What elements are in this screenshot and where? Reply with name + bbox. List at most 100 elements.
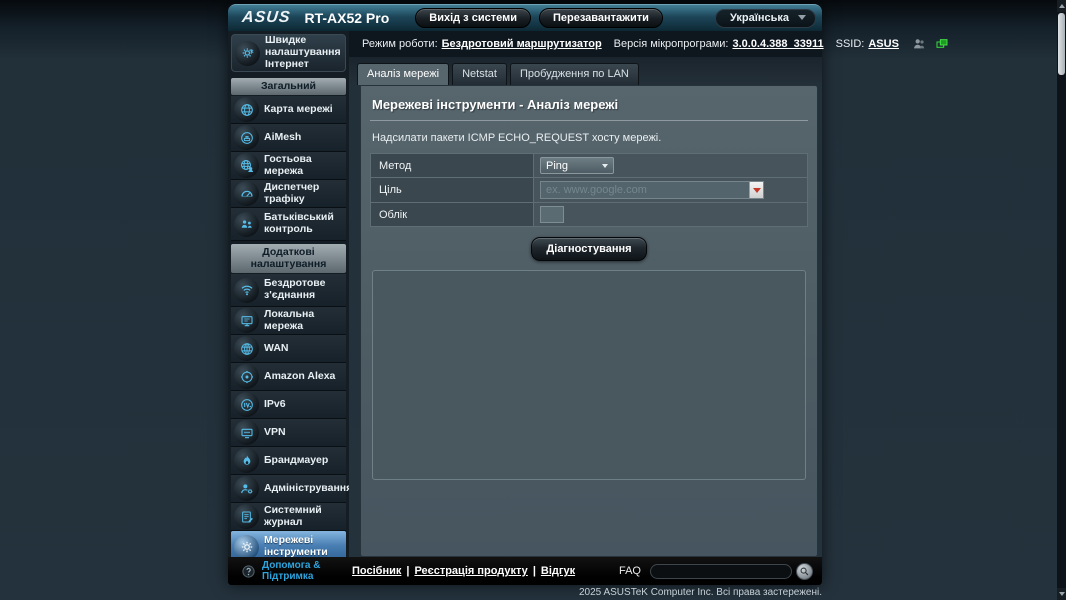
sidebar-item-wan[interactable]: WAN: [231, 335, 346, 363]
language-selected-value: Українська: [729, 11, 789, 24]
tab-bar: Аналіз мережі Netstat Пробудження по LAN: [349, 57, 822, 85]
sidebar-item-lan[interactable]: Локальна мережа: [231, 307, 346, 335]
sidebar-item-aimesh[interactable]: AiMesh: [231, 124, 346, 152]
firmware-version-label: Версія мікропрограми:: [613, 38, 729, 50]
scroll-down-button[interactable]: [1057, 588, 1066, 600]
sidebar-item-administration[interactable]: Адміністрування: [231, 475, 349, 503]
ssid-label: SSID:: [835, 38, 865, 50]
faq-label: FAQ: [618, 565, 641, 577]
status-bar: Режим роботи: Бездротовий маршрутизатор …: [349, 31, 948, 57]
lan-icon: [234, 308, 259, 333]
clients-icon[interactable]: [911, 36, 927, 52]
diagnose-button[interactable]: Діагностування: [531, 237, 647, 261]
form-row-target: Ціль: [370, 177, 808, 203]
sidebar-item-vpn[interactable]: VPN: [231, 419, 346, 447]
sidebar-item-label: VPN: [264, 425, 286, 438]
sidebar-item-guest-network[interactable]: Гостьова мережа: [231, 152, 346, 180]
reboot-button[interactable]: Перезавантажити: [538, 8, 663, 28]
scrollbar[interactable]: [1057, 0, 1066, 600]
footer-link-manual[interactable]: Посібник: [352, 565, 401, 577]
sidebar-item-label: Локальна мережа: [264, 307, 315, 332]
model-name: RT-AX52 Pro: [304, 10, 390, 26]
sidebar-item-system-log[interactable]: Системний журнал: [231, 503, 346, 531]
sidebar-item-label: Адміністрування: [264, 481, 349, 494]
target-combobox: [540, 181, 764, 199]
tab-wake-on-lan[interactable]: Пробудження по LAN: [509, 63, 639, 85]
footer: Допомога & Підтримка Посібник | Реєстрація…: [228, 557, 822, 585]
scroll-up-button[interactable]: [1057, 0, 1066, 12]
sidebar-section-general: Загальний: [231, 78, 346, 95]
sidebar-section-advanced: Додаткові налаштування: [231, 244, 346, 273]
sidebar-item-label: Диспетчер трафіку: [264, 180, 320, 205]
ssid-link[interactable]: ASUS: [868, 38, 899, 50]
sidebar-item-label: Системний журнал: [264, 503, 322, 528]
result-textarea[interactable]: [372, 270, 806, 480]
asus-logo: ASUS: [241, 9, 292, 26]
count-label: Облік: [370, 202, 534, 227]
chevron-up-icon: [1058, 4, 1065, 8]
sidebar-item-parental-controls[interactable]: Батьківський контроль: [231, 208, 346, 241]
sidebar-item-ipv6[interactable]: IPv6: [231, 391, 346, 419]
ipv6-icon: [234, 392, 259, 417]
sidebar-item-quick-internet-setup[interactable]: Швидке налаштування Інтернет: [231, 34, 346, 72]
copyright: 2025 ASUSTeK Computer Inc. Всі права зас…: [578, 587, 822, 598]
faq-search-input[interactable]: [650, 563, 792, 579]
sidebar-item-label: AiMesh: [264, 130, 302, 143]
firmware-version-link[interactable]: 3.0.0.4.388_33911: [732, 38, 823, 50]
sidebar-item-label: WAN: [264, 341, 289, 354]
method-select[interactable]: Ping: [540, 157, 614, 174]
tab-netstat[interactable]: Netstat: [452, 63, 507, 85]
operation-mode-link[interactable]: Бездротовий маршрутизатор: [442, 38, 602, 50]
form-row-method: Метод Ping: [370, 153, 808, 178]
chevron-down-icon: [1058, 592, 1065, 596]
sidebar-item-network-map[interactable]: Карта мережі: [231, 96, 346, 124]
target-label: Ціль: [370, 177, 534, 203]
sidebar-item-label: Батьківський контроль: [264, 211, 334, 235]
link-separator: |: [406, 565, 410, 577]
help-support-link[interactable]: Допомога & Підтримка: [262, 560, 328, 583]
scrollbar-thumb[interactable]: [1058, 13, 1065, 75]
sidebar-item-traffic-manager[interactable]: Диспетчер трафіку: [231, 180, 346, 208]
alexa-icon: [234, 364, 259, 389]
network-map-icon: [234, 97, 259, 122]
internet-status-icon[interactable]: [934, 36, 950, 52]
chevron-down-icon: [798, 15, 806, 20]
method-selected-value: Ping: [546, 159, 569, 172]
chevron-down-icon: [602, 163, 608, 168]
faq-search-button[interactable]: [796, 562, 813, 580]
vpn-icon: [234, 420, 259, 445]
top-banner: ASUS RT-AX52 Pro Вихід з системи Перезав…: [228, 4, 822, 31]
language-selector[interactable]: Українська: [714, 8, 816, 28]
footer-link-feedback[interactable]: Відгук: [541, 565, 575, 577]
sidebar-item-firewall[interactable]: Брандмауер: [231, 447, 346, 475]
sidebar-item-label: Брандмауер: [264, 453, 329, 466]
guest-network-icon: [234, 153, 259, 178]
count-input[interactable]: [540, 206, 564, 223]
form-row-count: Облік: [370, 202, 808, 227]
sidebar: Швидке налаштування Інтернет Загальний Ка…: [228, 31, 349, 557]
sidebar-item-network-tools[interactable]: Мережеві інструменти: [231, 531, 346, 557]
page-description: Надсилати пакети ICMP ECHO_REQUEST хосту…: [372, 132, 662, 144]
target-dropdown-button[interactable]: [749, 182, 763, 198]
parental-controls-icon: [234, 211, 259, 237]
content-panel: Мережеві інструменти - Аналіз мережі Над…: [360, 85, 818, 557]
footer-link-product-registration[interactable]: Реєстрація продукту: [414, 565, 527, 577]
sidebar-item-label: Швидке налаштування Інтернет: [265, 34, 341, 70]
sidebar-item-label: Гостьова мережа: [264, 152, 312, 177]
sidebar-item-label: Мережеві інструменти: [264, 534, 328, 557]
form-table: Метод Ping Ціль ex. www.google.com Облік: [370, 153, 808, 227]
link-separator: |: [532, 565, 536, 577]
logout-button[interactable]: Вихід з системи: [415, 8, 531, 28]
method-label: Метод: [370, 153, 534, 178]
tab-network-analysis[interactable]: Аналіз мережі: [357, 63, 450, 85]
traffic-manager-icon: [234, 181, 259, 206]
sidebar-item-label: Amazon Alexa: [264, 369, 336, 382]
sidebar-item-amazon-alexa[interactable]: Amazon Alexa: [231, 363, 346, 391]
help-icon[interactable]: [241, 564, 256, 579]
sidebar-item-wireless[interactable]: Бездротове з'єднання: [231, 274, 346, 307]
firewall-icon: [234, 448, 259, 473]
sidebar-item-label: Бездротове з'єднання: [264, 277, 326, 301]
operation-mode-label: Режим роботи:: [362, 38, 438, 50]
target-input[interactable]: [541, 182, 749, 198]
router-admin-page: ASUS RT-AX52 Pro Вихід з системи Перезав…: [228, 4, 948, 585]
